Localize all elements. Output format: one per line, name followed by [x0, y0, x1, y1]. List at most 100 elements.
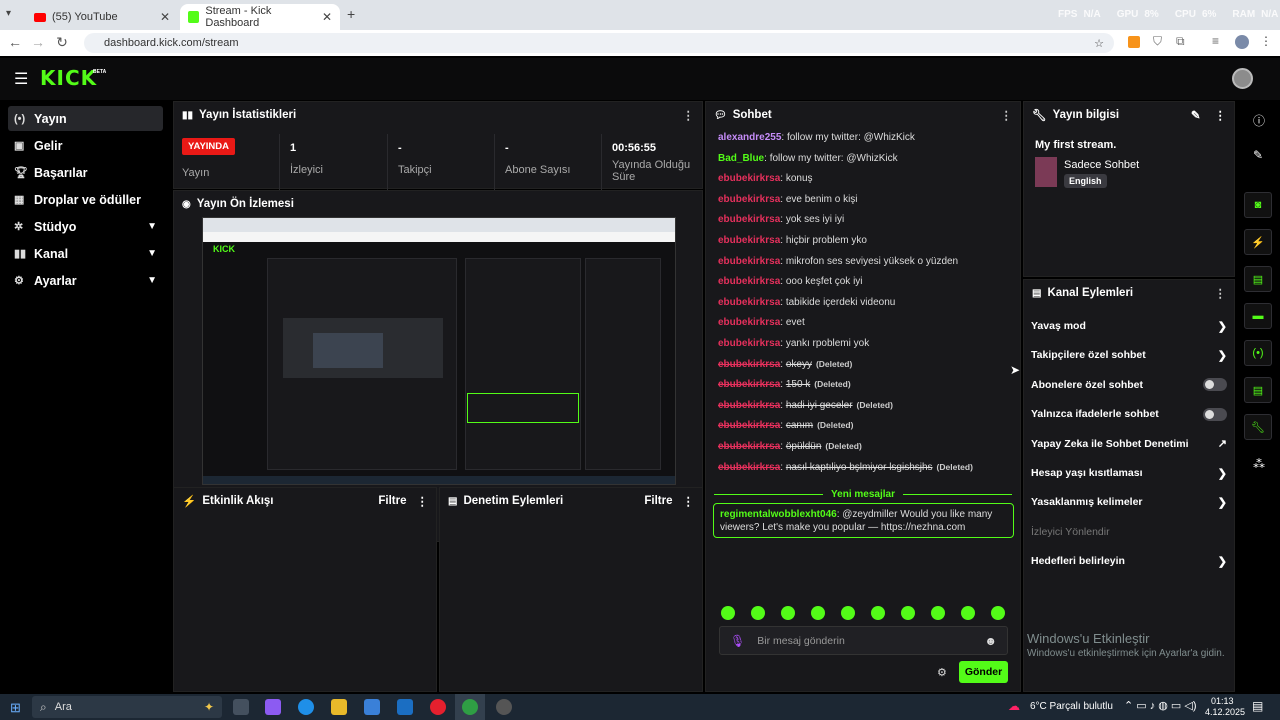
media-icon[interactable]: ≡ — [1212, 34, 1219, 48]
chat-username[interactable]: ebubekirkrsa — [718, 359, 780, 370]
chat-input[interactable]: 🎙︎ Bir mesaj gönderin ☻ — [719, 626, 1008, 655]
chrome-task[interactable] — [455, 694, 485, 720]
chat-username[interactable]: ebubekirkrsa — [718, 214, 780, 225]
chat-panel-button[interactable]: ▬ — [1244, 303, 1272, 329]
send-button[interactable]: Gönder — [959, 661, 1008, 683]
yandex-icon[interactable] — [430, 699, 446, 715]
more-options-icon[interactable]: ⋮ — [683, 108, 695, 122]
channel-action-item[interactable]: Yasaklanmış kelimeler ❯ — [1031, 493, 1227, 511]
reload-icon[interactable]: ↻ — [51, 34, 73, 51]
windows-start-icon[interactable]: ⊞ — [10, 700, 21, 716]
chat-message[interactable]: ebubekirkrsa: eve benim o kişi — [718, 194, 858, 212]
moderation-panel-button[interactable]: ▤ — [1244, 266, 1272, 292]
clock-date[interactable]: 4.12.2025 — [1205, 707, 1245, 717]
user-avatar[interactable] — [1232, 68, 1253, 89]
emote-icon[interactable] — [721, 606, 735, 620]
emote-icon[interactable] — [871, 606, 885, 620]
microphone-icon[interactable]: 🎙︎ — [730, 634, 745, 648]
chat-message[interactable]: ebubekirkrsa: yok ses iyi iyi — [718, 214, 844, 232]
chat-message[interactable]: ebubekirkrsa: konuş — [718, 173, 813, 191]
store-icon[interactable] — [364, 699, 380, 715]
tab-youtube[interactable]: (55) YouTube ✕ — [26, 4, 178, 30]
edge-icon[interactable] — [298, 699, 314, 715]
chat-message[interactable]: ebubekirkrsa: hiçbir problem yko — [718, 235, 867, 253]
chat-message[interactable]: alexandre255: follow my twitter: @WhizKi… — [718, 132, 915, 150]
channel-action-item[interactable]: İzleyici Yönlendir — [1031, 523, 1227, 541]
chat-username[interactable]: ebubekirkrsa — [718, 297, 780, 308]
channel-action-item[interactable]: Yapay Zeka ile Sohbet Denetimi ↗ — [1031, 435, 1227, 453]
channel-action-item[interactable]: Takipçilere özel sohbet ❯ — [1031, 346, 1227, 364]
emoji-icon[interactable]: ☻ — [984, 634, 997, 648]
chat-username[interactable]: ebubekirkrsa — [718, 379, 780, 390]
hamburger-menu-icon[interactable]: ☰ — [14, 69, 28, 89]
sidebar-item-kanal[interactable]: ▮▮ Kanal ▼ — [8, 241, 163, 266]
sidebar-item-studyo[interactable]: ✲ Stüdyo ▼ — [8, 214, 163, 239]
chat-message[interactable]: ebubekirkrsa: evet — [718, 317, 805, 335]
address-bar[interactable]: dashboard.kick.com/stream ☆ — [84, 33, 1114, 53]
chat-username[interactable]: ebubekirkrsa — [718, 400, 780, 411]
channel-action-item[interactable]: Yalnızca ifadelerle sohbet — [1031, 405, 1227, 423]
chat-username[interactable]: ebubekirkrsa — [718, 235, 780, 246]
emote-icon[interactable] — [931, 606, 945, 620]
emote-icon[interactable] — [841, 606, 855, 620]
copilot-icon[interactable] — [265, 699, 281, 715]
profile-avatar[interactable] — [1235, 35, 1249, 49]
clock-time[interactable]: 01:13 — [1211, 696, 1234, 706]
close-icon[interactable]: ✕ — [160, 10, 170, 24]
sidebar-item-gelir[interactable]: ▣ Gelir — [8, 133, 163, 158]
chat-message[interactable]: ebubekirkrsa: 150 k (Deleted) — [718, 379, 851, 397]
emote-icon[interactable] — [991, 606, 1005, 620]
channel-actions-panel-button[interactable]: ▤ — [1244, 377, 1272, 403]
more-options-icon[interactable]: ⋮ — [1001, 108, 1013, 122]
channel-action-item[interactable]: Hesap yaşı kısıtlaması ❯ — [1031, 464, 1227, 482]
chat-message[interactable]: ebubekirkrsa: yankı rpoblemi yok — [718, 338, 869, 356]
more-options-icon[interactable]: ⋮ — [1215, 108, 1227, 122]
chat-message[interactable]: ebubekirkrsa: öpüldün (Deleted) — [718, 441, 862, 459]
emote-icon[interactable] — [781, 606, 795, 620]
chat-username[interactable]: alexandre255 — [718, 132, 781, 143]
add-widget-icon[interactable]: ⁂ — [1253, 457, 1265, 471]
toggle-switch[interactable] — [1203, 378, 1227, 392]
chat-message[interactable]: ebubekirkrsa: okeyy (Deleted) — [718, 359, 852, 377]
outlook-icon[interactable] — [397, 699, 413, 715]
chat-username[interactable]: ebubekirkrsa — [718, 338, 780, 349]
notifications-icon[interactable]: ▤ — [1252, 699, 1263, 713]
chat-message[interactable]: Bad_Blue: follow my twitter: @WhizKick — [718, 153, 898, 171]
chat-username[interactable]: ebubekirkrsa — [718, 256, 780, 267]
new-tab-icon[interactable]: + — [347, 6, 355, 22]
channel-action-item[interactable]: Abonelere özel sohbet — [1031, 376, 1227, 394]
sidebar-item-droplar[interactable]: ▦ Droplar ve ödüller — [8, 187, 163, 212]
chat-message[interactable]: ebubekirkrsa: tabikide içerdeki videonu — [718, 297, 895, 315]
more-options-icon[interactable]: ⋮ — [1215, 286, 1227, 300]
task-view-icon[interactable] — [233, 699, 249, 715]
chat-message[interactable]: ebubekirkrsa: hadi iyi geceler (Deleted) — [718, 400, 893, 418]
chat-message[interactable]: ebubekirkrsa: canım (Deleted) — [718, 420, 853, 438]
chat-username[interactable]: ebubekirkrsa — [718, 462, 780, 473]
channel-action-item[interactable]: Hedefleri belirleyin ❯ — [1031, 552, 1227, 570]
sidebar-item-yayin[interactable]: (•) Yayın — [8, 106, 163, 131]
edit-pencil-icon[interactable]: ✎ — [1253, 148, 1263, 162]
filter-button[interactable]: Filtre — [378, 495, 406, 507]
bookmark-star-icon[interactable]: ☆ — [1094, 37, 1104, 50]
tab-search-icon[interactable]: ▾ — [6, 8, 11, 19]
chat-username[interactable]: ebubekirkrsa — [718, 276, 780, 287]
chat-username[interactable]: ebubekirkrsa — [718, 420, 780, 431]
stream-info-panel-button[interactable]: 🔧︎ — [1244, 414, 1272, 440]
stream-preview-video[interactable]: KICK — [202, 217, 676, 485]
system-tray-icons[interactable]: ⌃ ▭ ♪ ◍ ▭ ◁) — [1124, 699, 1197, 712]
emote-icon[interactable] — [751, 606, 765, 620]
extension-icon[interactable] — [1128, 36, 1140, 48]
chat-username[interactable]: ebubekirkrsa — [718, 441, 780, 452]
info-icon[interactable]: ⓘ — [1253, 112, 1265, 129]
activity-panel-button[interactable]: ⚡ — [1244, 229, 1272, 255]
tab-kick-dashboard[interactable]: Stream - Kick Dashboard ✕ — [180, 4, 340, 30]
edit-pencil-icon[interactable]: ✎ — [1191, 108, 1201, 122]
chat-username[interactable]: regimentalwobblexht046 — [720, 509, 837, 520]
highlighted-message[interactable]: regimentalwobblexht046: @zeydmiller Woul… — [713, 503, 1014, 538]
browser-menu-icon[interactable]: ⋮ — [1260, 34, 1272, 48]
channel-action-item[interactable]: Yavaş mod ❯ — [1031, 317, 1227, 335]
more-options-icon[interactable]: ⋮ — [417, 494, 429, 508]
forward-icon[interactable]: → — [27, 34, 49, 50]
file-explorer-icon[interactable] — [331, 699, 347, 715]
sidebar-item-basarilar[interactable]: 🏆︎ Başarılar — [8, 160, 163, 185]
